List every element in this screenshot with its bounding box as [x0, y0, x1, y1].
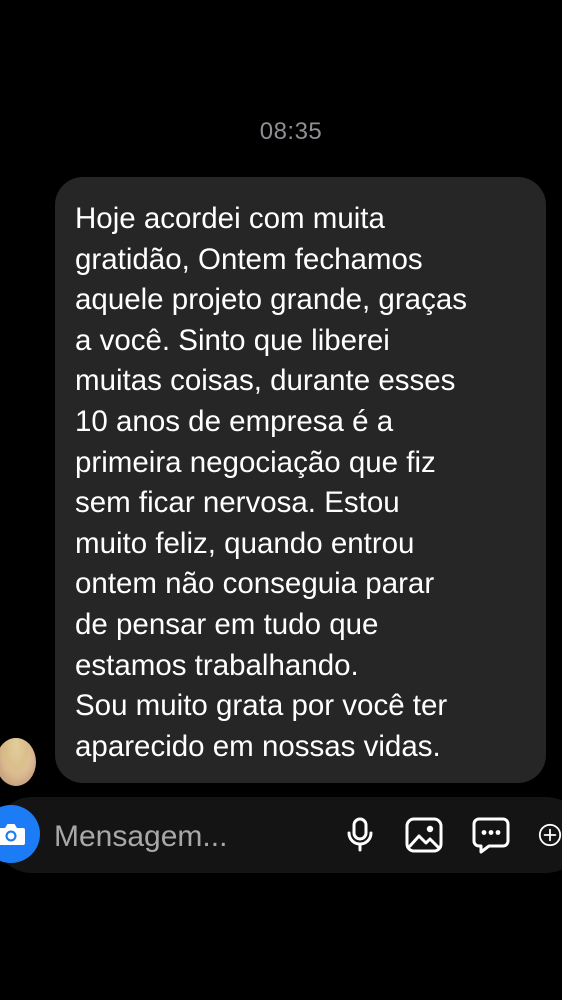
camera-icon — [0, 824, 25, 845]
microphone-button[interactable] — [340, 815, 380, 855]
avatar[interactable] — [0, 738, 36, 786]
chat-bubble-icon — [472, 817, 510, 854]
add-button[interactable] — [538, 815, 562, 855]
microphone-icon — [347, 817, 373, 852]
message-timestamp: 08:35 — [259, 118, 323, 145]
chat-screen: 08:35 Hoje acordei com muita gratidão, O… — [0, 0, 562, 1000]
sticker-button[interactable] — [471, 815, 511, 855]
message-text: Hoje acordei com muita gratidão, Ontem f… — [75, 202, 467, 763]
received-message-bubble[interactable]: Hoje acordei com muita gratidão, Ontem f… — [55, 177, 546, 783]
plus-circle-icon — [538, 823, 562, 847]
gallery-button[interactable] — [404, 815, 444, 855]
gallery-icon — [405, 817, 443, 853]
message-input[interactable] — [54, 817, 314, 857]
avatar-photo — [0, 738, 36, 786]
